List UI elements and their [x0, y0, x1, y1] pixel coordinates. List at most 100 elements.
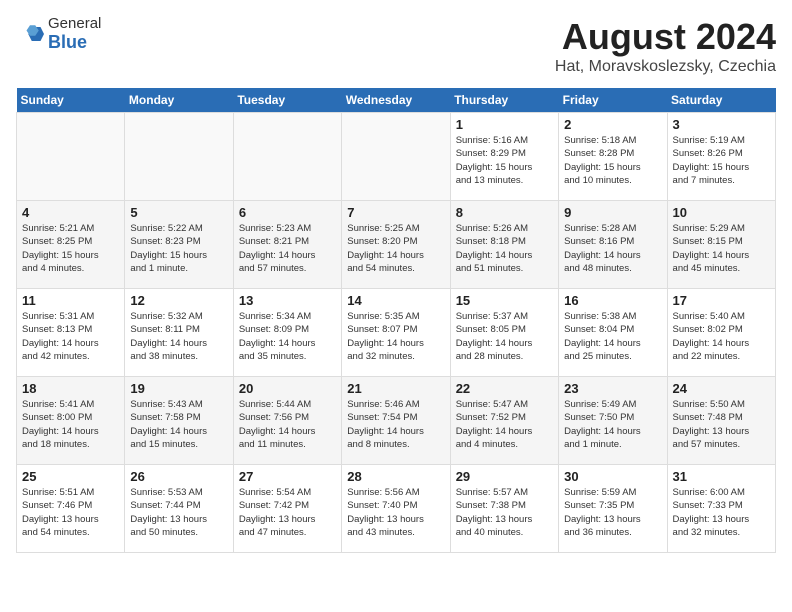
day-info: Sunrise: 5:21 AM Sunset: 8:25 PM Dayligh… — [22, 222, 119, 275]
calendar-cell: 19 Sunrise: 5:43 AM Sunset: 7:58 PM Dayli… — [125, 377, 233, 465]
day-info: Sunrise: 5:25 AM Sunset: 8:20 PM Dayligh… — [347, 222, 444, 275]
day-info: Sunrise: 5:51 AM Sunset: 7:46 PM Dayligh… — [22, 486, 119, 539]
day-info: Sunrise: 5:40 AM Sunset: 8:02 PM Dayligh… — [673, 310, 770, 363]
day-info: Sunrise: 5:54 AM Sunset: 7:42 PM Dayligh… — [239, 486, 336, 539]
day-number: 17 — [673, 293, 770, 308]
title-block: August 2024 Hat, Moravskoslezsky, Czechi… — [555, 16, 776, 76]
day-number: 27 — [239, 469, 336, 484]
day-info: Sunrise: 5:28 AM Sunset: 8:16 PM Dayligh… — [564, 222, 661, 275]
calendar-cell: 14 Sunrise: 5:35 AM Sunset: 8:07 PM Dayli… — [342, 289, 450, 377]
day-number: 14 — [347, 293, 444, 308]
day-info: Sunrise: 5:31 AM Sunset: 8:13 PM Dayligh… — [22, 310, 119, 363]
day-number: 10 — [673, 205, 770, 220]
day-number: 20 — [239, 381, 336, 396]
day-number: 23 — [564, 381, 661, 396]
day-number: 8 — [456, 205, 553, 220]
calendar-cell: 5 Sunrise: 5:22 AM Sunset: 8:23 PM Daylig… — [125, 201, 233, 289]
day-number: 9 — [564, 205, 661, 220]
day-number: 21 — [347, 381, 444, 396]
day-number: 15 — [456, 293, 553, 308]
header-tuesday: Tuesday — [233, 88, 341, 113]
week-row-3: 11 Sunrise: 5:31 AM Sunset: 8:13 PM Dayli… — [17, 289, 776, 377]
header-friday: Friday — [559, 88, 667, 113]
day-info: Sunrise: 5:53 AM Sunset: 7:44 PM Dayligh… — [130, 486, 227, 539]
day-info: Sunrise: 5:50 AM Sunset: 7:48 PM Dayligh… — [673, 398, 770, 451]
day-info: Sunrise: 5:22 AM Sunset: 8:23 PM Dayligh… — [130, 222, 227, 275]
header-sunday: Sunday — [17, 88, 125, 113]
day-info: Sunrise: 5:49 AM Sunset: 7:50 PM Dayligh… — [564, 398, 661, 451]
day-info: Sunrise: 5:59 AM Sunset: 7:35 PM Dayligh… — [564, 486, 661, 539]
calendar-cell: 28Sunrise: 5:56 AM Sunset: 7:40 PM Dayli… — [342, 465, 450, 553]
logo-text: General Blue — [48, 16, 101, 52]
day-number: 24 — [673, 381, 770, 396]
header-saturday: Saturday — [667, 88, 775, 113]
week-row-4: 18 Sunrise: 5:41 AM Sunset: 8:00 PM Dayli… — [17, 377, 776, 465]
calendar-cell — [125, 113, 233, 201]
location-subtitle: Hat, Moravskoslezsky, Czechia — [555, 58, 776, 76]
week-row-5: 25 Sunrise: 5:51 AM Sunset: 7:46 PM Dayli… — [17, 465, 776, 553]
day-info: Sunrise: 5:26 AM Sunset: 8:18 PM Dayligh… — [456, 222, 553, 275]
calendar-cell: 11 Sunrise: 5:31 AM Sunset: 8:13 PM Dayli… — [17, 289, 125, 377]
header-thursday: Thursday — [450, 88, 558, 113]
calendar-cell: 15Sunrise: 5:37 AM Sunset: 8:05 PM Dayli… — [450, 289, 558, 377]
logo-general: General — [48, 16, 101, 33]
day-number: 25 — [22, 469, 119, 484]
calendar-cell: 9 Sunrise: 5:28 AM Sunset: 8:16 PM Daylig… — [559, 201, 667, 289]
day-info: Sunrise: 5:32 AM Sunset: 8:11 PM Dayligh… — [130, 310, 227, 363]
calendar-cell: 16 Sunrise: 5:38 AM Sunset: 8:04 PM Dayli… — [559, 289, 667, 377]
calendar-cell: 12 Sunrise: 5:32 AM Sunset: 8:11 PM Dayli… — [125, 289, 233, 377]
day-info: Sunrise: 5:23 AM Sunset: 8:21 PM Dayligh… — [239, 222, 336, 275]
calendar-cell: 8 Sunrise: 5:26 AM Sunset: 8:18 PM Daylig… — [450, 201, 558, 289]
calendar-cell: 18 Sunrise: 5:41 AM Sunset: 8:00 PM Dayli… — [17, 377, 125, 465]
day-number: 28 — [347, 469, 444, 484]
day-number: 12 — [130, 293, 227, 308]
day-info: Sunrise: 5:47 AM Sunset: 7:52 PM Dayligh… — [456, 398, 553, 451]
day-number: 7 — [347, 205, 444, 220]
calendar-cell: 23 Sunrise: 5:49 AM Sunset: 7:50 PM Dayli… — [559, 377, 667, 465]
calendar-cell: 27 Sunrise: 5:54 AM Sunset: 7:42 PM Dayli… — [233, 465, 341, 553]
day-number: 1 — [456, 117, 553, 132]
calendar-cell — [342, 113, 450, 201]
day-info: Sunrise: 5:19 AM Sunset: 8:26 PM Dayligh… — [673, 134, 770, 187]
calendar-cell: 10 Sunrise: 5:29 AM Sunset: 8:15 PM Dayli… — [667, 201, 775, 289]
day-info: Sunrise: 5:43 AM Sunset: 7:58 PM Dayligh… — [130, 398, 227, 451]
calendar-cell: 29Sunrise: 5:57 AM Sunset: 7:38 PM Dayli… — [450, 465, 558, 553]
calendar-cell: 17 Sunrise: 5:40 AM Sunset: 8:02 PM Dayli… — [667, 289, 775, 377]
day-number: 19 — [130, 381, 227, 396]
calendar-cell: 2Sunrise: 5:18 AM Sunset: 8:28 PM Daylig… — [559, 113, 667, 201]
day-number: 16 — [564, 293, 661, 308]
day-number: 30 — [564, 469, 661, 484]
week-row-1: 1Sunrise: 5:16 AM Sunset: 8:29 PM Daylig… — [17, 113, 776, 201]
calendar-cell — [233, 113, 341, 201]
day-info: Sunrise: 5:41 AM Sunset: 8:00 PM Dayligh… — [22, 398, 119, 451]
calendar-cell: 30 Sunrise: 5:59 AM Sunset: 7:35 PM Dayli… — [559, 465, 667, 553]
calendar-cell: 25 Sunrise: 5:51 AM Sunset: 7:46 PM Dayli… — [17, 465, 125, 553]
page-header: General Blue August 2024 Hat, Moravskosl… — [16, 16, 776, 76]
logo-blue: Blue — [48, 33, 101, 53]
day-number: 3 — [673, 117, 770, 132]
calendar-cell — [17, 113, 125, 201]
day-number: 31 — [673, 469, 770, 484]
day-number: 18 — [22, 381, 119, 396]
day-info: Sunrise: 5:38 AM Sunset: 8:04 PM Dayligh… — [564, 310, 661, 363]
header-wednesday: Wednesday — [342, 88, 450, 113]
calendar-cell: 21 Sunrise: 5:46 AM Sunset: 7:54 PM Dayli… — [342, 377, 450, 465]
calendar-cell: 7 Sunrise: 5:25 AM Sunset: 8:20 PM Daylig… — [342, 201, 450, 289]
day-info: Sunrise: 5:46 AM Sunset: 7:54 PM Dayligh… — [347, 398, 444, 451]
month-year-title: August 2024 — [555, 16, 776, 58]
day-number: 11 — [22, 293, 119, 308]
header-row: SundayMondayTuesdayWednesdayThursdayFrid… — [17, 88, 776, 113]
day-number: 5 — [130, 205, 227, 220]
calendar-table: SundayMondayTuesdayWednesdayThursdayFrid… — [16, 88, 776, 553]
day-info: Sunrise: 5:35 AM Sunset: 8:07 PM Dayligh… — [347, 310, 444, 363]
day-number: 22 — [456, 381, 553, 396]
calendar-cell: 22 Sunrise: 5:47 AM Sunset: 7:52 PM Dayli… — [450, 377, 558, 465]
calendar-cell: 24 Sunrise: 5:50 AM Sunset: 7:48 PM Dayli… — [667, 377, 775, 465]
calendar-cell: 26Sunrise: 5:53 AM Sunset: 7:44 PM Dayli… — [125, 465, 233, 553]
logo: General Blue — [16, 16, 101, 52]
day-info: Sunrise: 5:18 AM Sunset: 8:28 PM Dayligh… — [564, 134, 661, 187]
day-number: 13 — [239, 293, 336, 308]
day-info: Sunrise: 5:29 AM Sunset: 8:15 PM Dayligh… — [673, 222, 770, 275]
day-number: 4 — [22, 205, 119, 220]
calendar-cell: 6Sunrise: 5:23 AM Sunset: 8:21 PM Daylig… — [233, 201, 341, 289]
